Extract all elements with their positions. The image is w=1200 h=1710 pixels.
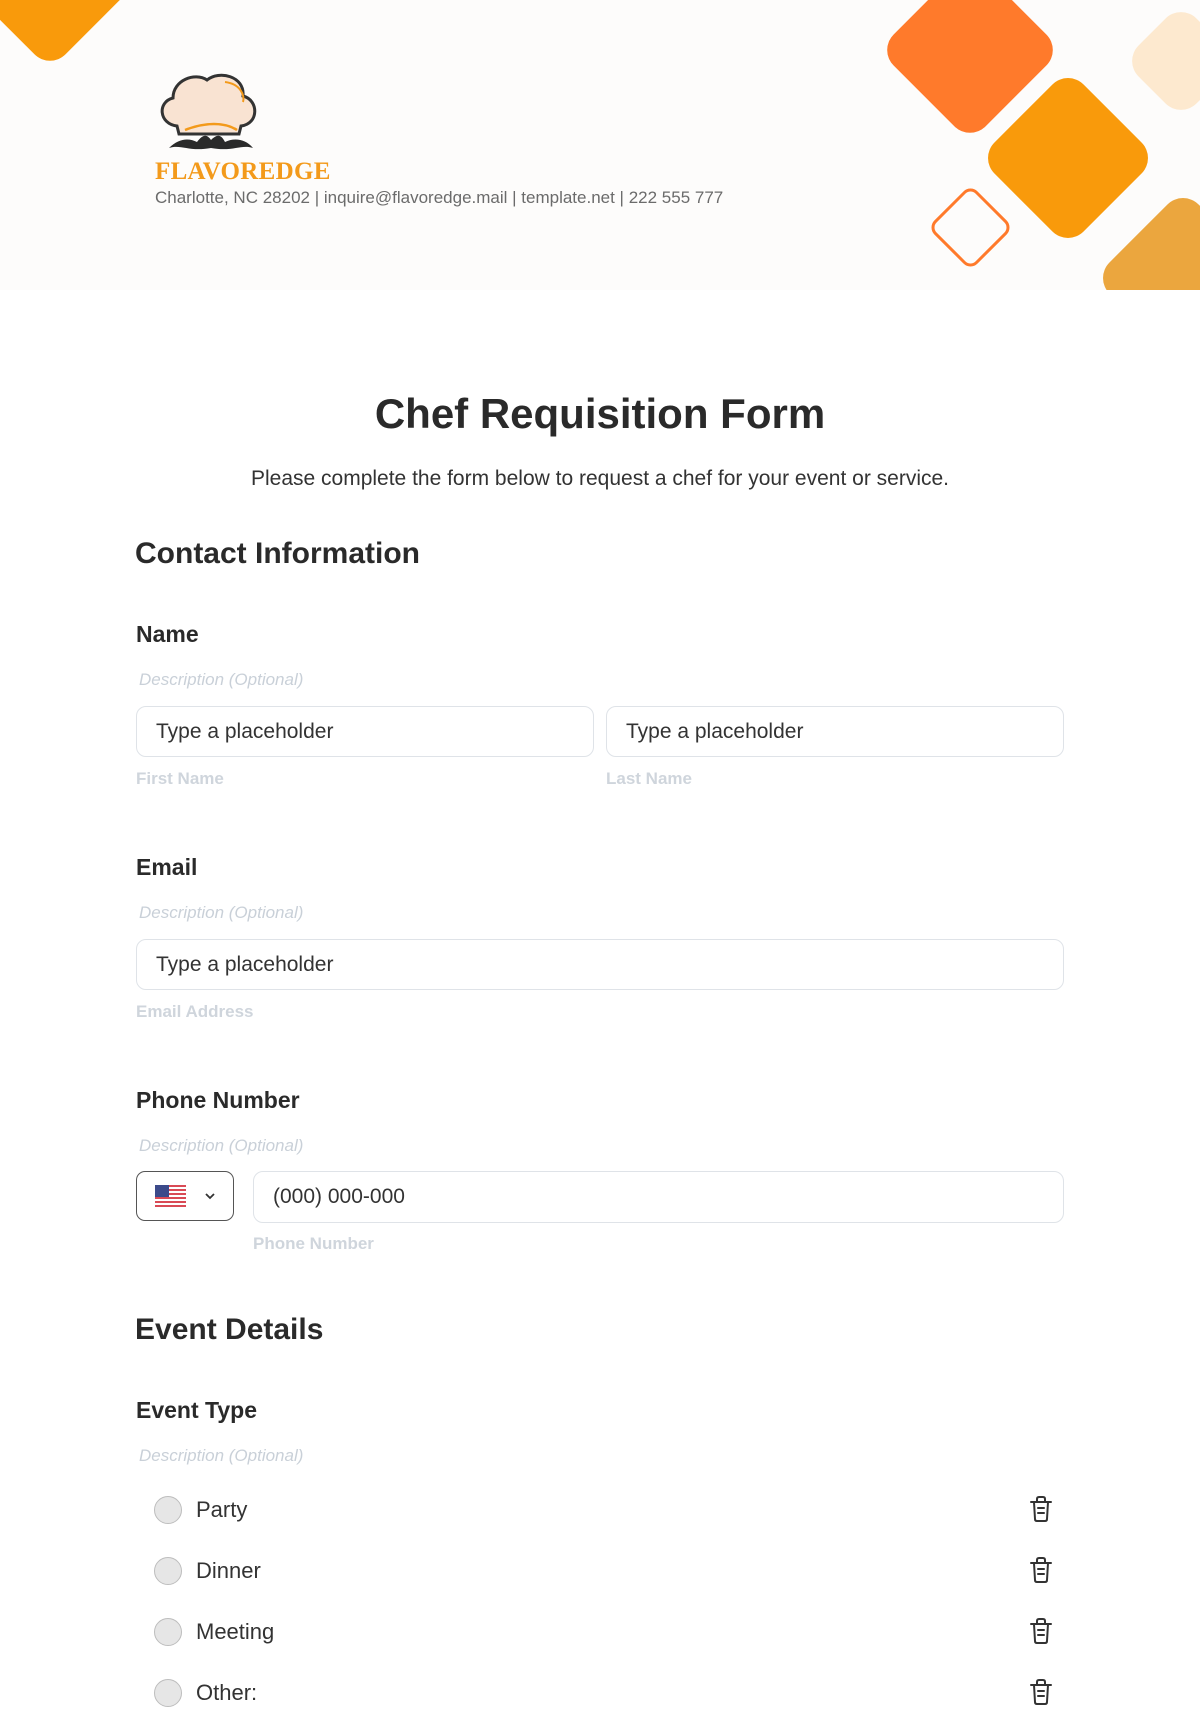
header: FLAVOREDGE Charlotte, NC 28202 | inquire… <box>0 0 1200 290</box>
option-label: Other: <box>196 1680 258 1705</box>
page-title: Chef Requisition Form <box>374 390 826 437</box>
email-description: Description (Optional) <box>139 903 304 922</box>
country-code-select[interactable] <box>136 1171 234 1221</box>
event-type-description: Description (Optional) <box>139 1446 304 1465</box>
email-input[interactable]: Type a placeholder <box>136 939 1064 990</box>
decor-diamond-peach <box>1123 3 1200 119</box>
trash-icon[interactable] <box>1028 1556 1054 1584</box>
chevron-down-icon <box>205 1193 215 1200</box>
event-type-option[interactable]: Other: <box>154 1676 1054 1710</box>
trash-icon[interactable] <box>1028 1495 1054 1523</box>
brand-name: FLAVOREDGE <box>155 158 331 185</box>
phone-input[interactable]: (000) 000-000 <box>253 1171 1064 1223</box>
first-name-sublabel: First Name <box>136 769 224 788</box>
email-sublabel: Email Address <box>136 1002 254 1021</box>
option-label: Party <box>196 1497 248 1522</box>
radio-button[interactable] <box>154 1618 182 1646</box>
event-type-option[interactable]: Party <box>154 1493 1054 1527</box>
radio-button[interactable] <box>154 1679 182 1707</box>
name-label: Name <box>136 621 199 647</box>
contact-line: Charlotte, NC 28202 | inquire@flavoredge… <box>155 188 724 207</box>
last-name-sublabel: Last Name <box>606 769 692 788</box>
last-name-input[interactable]: Type a placeholder <box>606 706 1064 757</box>
option-label: Dinner <box>196 1558 261 1583</box>
us-flag-icon <box>155 1184 186 1208</box>
decor-diamond-amber-topleft <box>0 0 135 70</box>
trash-icon[interactable] <box>1028 1617 1054 1645</box>
email-label: Email <box>136 854 198 880</box>
phone-sublabel: Phone Number <box>253 1234 374 1253</box>
phone-placeholder: (000) 000-000 <box>273 1185 405 1208</box>
phone-label: Phone Number <box>136 1087 300 1113</box>
page-subtitle: Please complete the form below to reques… <box>250 467 949 490</box>
radio-button[interactable] <box>154 1496 182 1524</box>
name-description: Description (Optional) <box>139 670 304 689</box>
decor-diamond-outline <box>927 184 1014 271</box>
section-contact-heading: Contact Information <box>135 537 420 570</box>
event-type-option[interactable]: Meeting <box>154 1615 1054 1649</box>
last-name-placeholder: Type a placeholder <box>626 719 804 743</box>
radio-button[interactable] <box>154 1557 182 1585</box>
phone-description: Description (Optional) <box>139 1136 304 1155</box>
email-placeholder: Type a placeholder <box>156 952 334 976</box>
event-type-label: Event Type <box>136 1397 257 1423</box>
trash-icon[interactable] <box>1028 1678 1054 1706</box>
chef-hat-mustache-icon <box>160 73 257 150</box>
first-name-input[interactable]: Type a placeholder <box>136 706 594 757</box>
first-name-placeholder: Type a placeholder <box>156 719 334 743</box>
option-label: Meeting <box>196 1619 275 1644</box>
event-type-option[interactable]: Dinner <box>154 1554 1054 1588</box>
section-event-heading: Event Details <box>135 1313 324 1346</box>
